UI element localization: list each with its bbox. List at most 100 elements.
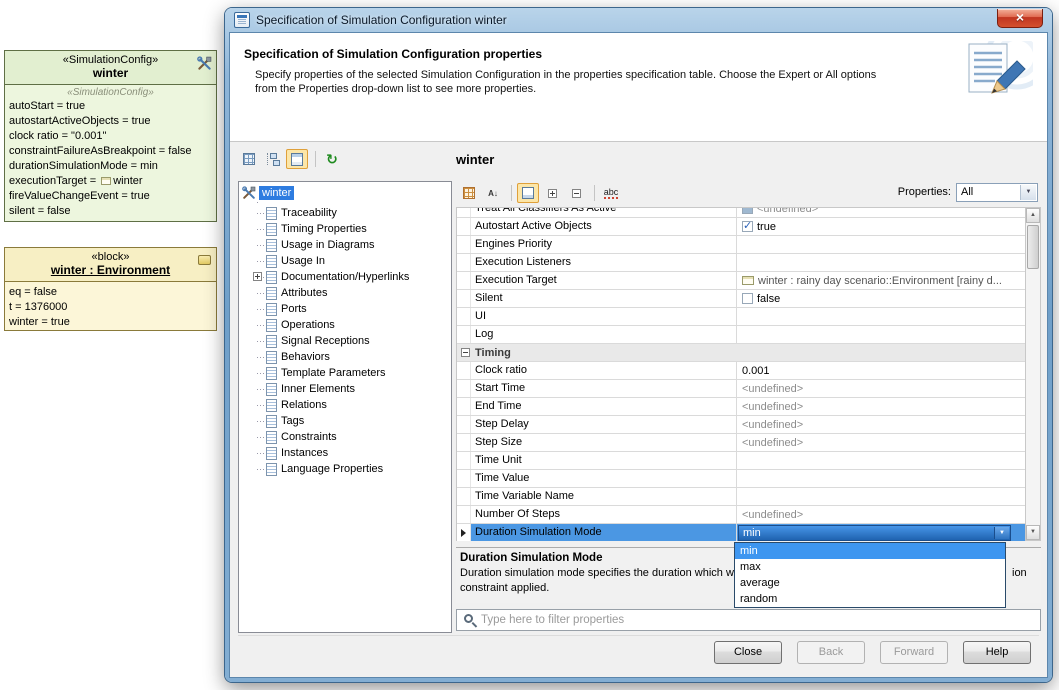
dialog-titlebar[interactable]: Specification of Simulation Configuratio… — [225, 8, 1052, 32]
dropdown-option-max[interactable]: max — [735, 559, 1005, 575]
property-row-end-time[interactable]: End Time<undefined> — [457, 398, 1025, 416]
property-row-silent[interactable]: Silentfalse — [457, 290, 1025, 308]
tree-item-template-parameters[interactable]: Template Parameters — [253, 365, 451, 381]
banner-description: Specify properties of the selected Simul… — [255, 68, 885, 96]
vertical-scrollbar[interactable] — [1025, 207, 1041, 541]
property-row-time-unit[interactable]: Time Unit — [457, 452, 1025, 470]
collapse-group-icon[interactable] — [461, 348, 470, 357]
class-name: winter — [7, 66, 214, 80]
combo-value: min — [743, 527, 761, 539]
form-view-button[interactable] — [286, 149, 308, 169]
value-text: <undefined> — [757, 208, 818, 215]
tree-item-language-properties[interactable]: Language Properties — [253, 461, 451, 477]
tree-item-signal-receptions[interactable]: Signal Receptions — [253, 333, 451, 349]
banner-heading: Specification of Simulation Configuratio… — [244, 47, 542, 61]
check-spelling-button[interactable]: abc — [600, 183, 622, 203]
checkbox-icon[interactable] — [742, 221, 753, 232]
row-gutter — [457, 208, 471, 217]
dropdown-option-min[interactable]: min — [735, 543, 1005, 559]
close-window-button[interactable] — [997, 9, 1043, 28]
value-text: <undefined> — [742, 383, 803, 395]
property-row-clock-ratio[interactable]: Clock ratio0.001 — [457, 362, 1025, 380]
dropdown-option-random[interactable]: random — [735, 591, 1005, 607]
property-name: Autostart Active Objects — [471, 218, 737, 235]
property-row-execution-listeners[interactable]: Execution Listeners — [457, 254, 1025, 272]
block-stereotype: «block» — [7, 251, 214, 263]
property-name: Silent — [471, 290, 737, 307]
property-value — [737, 488, 1025, 505]
tree-item-traceability[interactable]: Traceability — [253, 205, 451, 221]
tree-item-instances[interactable]: Instances — [253, 445, 451, 461]
dialog-icon — [234, 12, 250, 28]
help-button[interactable]: Help — [963, 641, 1031, 664]
scroll-down-icon[interactable] — [1026, 525, 1040, 540]
tree-item-inner-elements[interactable]: Inner Elements — [253, 381, 451, 397]
property-row-duration-simulation-mode[interactable]: Duration Simulation Modemin — [457, 524, 1025, 541]
scroll-up-icon[interactable] — [1026, 208, 1040, 223]
property-row-start-time[interactable]: Start Time<undefined> — [457, 380, 1025, 398]
checkbox-icon[interactable] — [742, 208, 753, 214]
property-row-time-variable-name[interactable]: Time Variable Name — [457, 488, 1025, 506]
scrollbar-thumb[interactable] — [1027, 225, 1039, 269]
property-row-engines-priority[interactable]: Engines Priority — [457, 236, 1025, 254]
tree-item-label: Traceability — [281, 207, 337, 219]
filter-field — [456, 609, 1041, 631]
filter-input[interactable] — [481, 612, 1021, 628]
tree-item-attributes[interactable]: Attributes — [253, 285, 451, 301]
tree-item-usage-in[interactable]: Usage In — [253, 253, 451, 269]
class-header: «SimulationConfig» winter — [5, 51, 216, 85]
class-property-line: winter = true — [5, 315, 216, 330]
tree-item-label: Timing Properties — [281, 223, 367, 235]
property-row-log[interactable]: Log — [457, 326, 1025, 344]
execution-target-icon — [101, 177, 111, 185]
tree-item-documentation-hyperlinks[interactable]: Documentation/Hyperlinks — [253, 269, 451, 285]
refresh-button[interactable]: ↻ — [321, 149, 343, 169]
checkbox-icon[interactable] — [742, 293, 753, 304]
block-class-box[interactable]: «block» winter : Environment eq = falset… — [4, 247, 217, 331]
property-row-ui[interactable]: UI — [457, 308, 1025, 326]
tree-item-icon — [266, 447, 277, 460]
footer-buttons: CloseBackForwardHelp — [714, 641, 1031, 664]
property-row-number-of-steps[interactable]: Number Of Steps<undefined> — [457, 506, 1025, 524]
tree-item-ports[interactable]: Ports — [253, 301, 451, 317]
value-text: winter : rainy day scenario::Environment… — [758, 275, 1002, 287]
tree-item-timing-properties[interactable]: Timing Properties — [253, 221, 451, 237]
property-row-step-delay[interactable]: Step Delay<undefined> — [457, 416, 1025, 434]
sort-alphabetically-button[interactable]: A↓ — [482, 183, 504, 203]
expand-nodes-button[interactable] — [541, 183, 563, 203]
tree-item-operations[interactable]: Operations — [253, 317, 451, 333]
search-icon — [464, 614, 473, 623]
tree-item-tags[interactable]: Tags — [253, 413, 451, 429]
simulation-config-class-box[interactable]: «SimulationConfig» winter «SimulationCon… — [4, 50, 217, 222]
row-gutter — [457, 218, 471, 235]
row-gutter — [457, 272, 471, 289]
tree-item-behaviors[interactable]: Behaviors — [253, 349, 451, 365]
property-value — [737, 236, 1025, 253]
property-name: Execution Target — [471, 272, 737, 289]
close-button[interactable]: Close — [714, 641, 782, 664]
tree-root-winter[interactable]: winter — [239, 182, 451, 200]
properties-mode-select[interactable]: All — [956, 183, 1038, 202]
tree-item-usage-in-diagrams[interactable]: Usage in Diagrams — [253, 237, 451, 253]
show-description-button[interactable] — [517, 183, 539, 203]
collapse-nodes-button[interactable] — [565, 183, 587, 203]
categorized-view-button[interactable] — [458, 183, 480, 203]
group-row-timing[interactable]: Timing — [457, 344, 1025, 362]
property-row-step-size[interactable]: Step Size<undefined> — [457, 434, 1025, 452]
dropdown-option-average[interactable]: average — [735, 575, 1005, 591]
property-row-execution-target[interactable]: Execution Target winter : rainy day scena… — [457, 272, 1025, 290]
description-line2: constraint applied. — [460, 582, 549, 594]
tree-item-constraints[interactable]: Constraints — [253, 429, 451, 445]
table-view-icon — [243, 153, 255, 165]
tree-view-button[interactable] — [262, 149, 284, 169]
expander-icon[interactable] — [253, 272, 262, 281]
tree-item-relations[interactable]: Relations — [253, 397, 451, 413]
row-gutter — [457, 470, 471, 487]
property-row-time-value[interactable]: Time Value — [457, 470, 1025, 488]
property-row-treat-all-classifiers-as-active[interactable]: Treat All Classifiers As Active<undefine… — [457, 208, 1025, 218]
table-view-button[interactable] — [238, 149, 260, 169]
description-occluded-fragment: ion — [1012, 567, 1027, 579]
duration-simulation-mode-combo[interactable]: min — [738, 525, 1011, 541]
navigation-tree: winter Traceability Timing Properties Usag… — [238, 181, 452, 633]
property-row-autostart-active-objects[interactable]: Autostart Active Objectstrue — [457, 218, 1025, 236]
